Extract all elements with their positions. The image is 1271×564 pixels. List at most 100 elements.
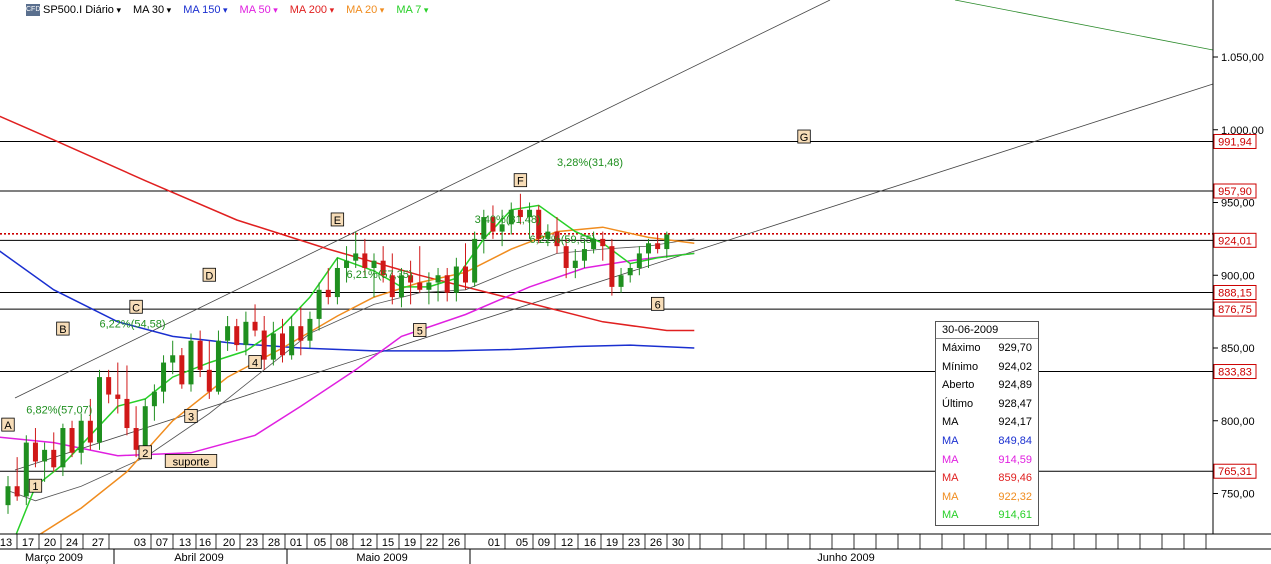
candle-body: [618, 275, 624, 287]
measure-label: 3,28%(31,48): [557, 157, 623, 169]
legend-item[interactable]: MA 7: [396, 4, 428, 16]
candle: [188, 333, 194, 392]
day-tick-label: 13: [179, 537, 191, 549]
info-label: Último: [942, 397, 974, 410]
day-tick-label: 05: [516, 537, 528, 549]
day-tick-label: 12: [360, 537, 372, 549]
pattern-label: E: [330, 212, 345, 227]
info-value: 859,46: [998, 472, 1032, 485]
day-tick-label: 01: [290, 537, 302, 549]
candle-body: [42, 449, 48, 462]
measure-label: 3,40%(31,48): [475, 214, 541, 226]
legend-item[interactable]: MA 20: [346, 4, 384, 16]
candle-body: [627, 267, 633, 276]
candle-body: [106, 377, 112, 395]
label-text: suporte: [173, 456, 210, 468]
candle-body: [453, 266, 459, 293]
label-text: A: [4, 420, 12, 432]
candle-body: [179, 355, 185, 385]
day-tick-label: 24: [66, 537, 78, 549]
cfd-badge-icon: CFD: [26, 4, 40, 16]
legend-item[interactable]: MA 200: [290, 4, 334, 16]
candle-body: [197, 340, 203, 370]
day-tick-label: 19: [404, 537, 416, 549]
candle-body: [316, 289, 322, 319]
info-label: Máximo: [942, 342, 981, 354]
candle-body: [97, 377, 102, 443]
info-label: Mínimo: [942, 360, 979, 373]
legend-item[interactable]: MA 30: [133, 4, 171, 16]
day-tick-label: 12: [561, 537, 573, 549]
pattern-label: C: [129, 299, 143, 314]
legend-item[interactable]: MA 50: [240, 4, 278, 16]
pattern-label: 3: [184, 408, 198, 423]
pattern-label: 1: [28, 478, 43, 493]
candle-body: [215, 340, 221, 392]
price-tick-label: 900,00: [1221, 270, 1255, 282]
info-row: Último 928,47: [936, 395, 1038, 414]
candle-body: [289, 326, 295, 356]
candle-body: [344, 260, 350, 268]
candle-body: [261, 330, 267, 360]
day-tick-label: 17: [22, 537, 34, 549]
pattern-label: 4: [248, 355, 262, 370]
info-label: MA: [942, 509, 959, 522]
ohlc-info-box: 30-06-2009 Máximo 929,70 Mínimo 924,02 Abert…: [935, 321, 1039, 526]
info-label: MA: [942, 416, 959, 429]
info-value: 928,47: [998, 397, 1032, 410]
label-text: 5: [417, 326, 423, 338]
label-text: C: [132, 302, 140, 314]
candle-body: [270, 333, 276, 360]
info-value: 914,61: [998, 509, 1032, 522]
month-label: Maio 2009: [356, 552, 407, 564]
candle-body: [664, 234, 670, 250]
candle-body: [252, 321, 258, 331]
candle-body: [234, 326, 240, 346]
info-value: 924,89: [998, 379, 1032, 392]
month-label: Abril 2009: [174, 552, 224, 564]
info-label: MA: [942, 453, 959, 466]
candle-body: [426, 282, 432, 290]
info-row: MA 859,46: [936, 469, 1038, 488]
day-tick-label: 26: [448, 537, 460, 549]
candle-body: [161, 362, 167, 392]
price-tick-label: 800,00: [1221, 416, 1255, 428]
legend-symbol[interactable]: SP500.I Diário: [43, 4, 121, 16]
candle-body: [133, 428, 139, 450]
price-level-label: 991,94: [1218, 136, 1252, 148]
candle-body: [188, 340, 194, 385]
candle-body: [151, 391, 157, 407]
label-text: 6: [655, 299, 661, 311]
label-text: F: [517, 176, 524, 188]
pattern-label: 5: [413, 323, 427, 338]
price-level-label: 876,75: [1218, 304, 1252, 316]
legend-item[interactable]: MA 150: [183, 4, 227, 16]
candle-body: [463, 266, 468, 283]
candle-body: [636, 253, 642, 268]
month-label: Março 2009: [25, 552, 83, 564]
candle-body: [563, 246, 569, 268]
day-tick-label: 03: [134, 537, 146, 549]
price-level-label: 957,90: [1218, 186, 1252, 198]
price-axis-bg: [1213, 0, 1271, 534]
info-value: 914,59: [998, 453, 1032, 466]
day-tick-label: 08: [336, 537, 348, 549]
candle-body: [444, 275, 450, 293]
pattern-label: B: [56, 321, 70, 336]
info-label: Aberto: [942, 379, 975, 392]
info-row: MA 914,59: [936, 451, 1038, 470]
candle: [97, 369, 102, 450]
label-text: 3: [188, 411, 194, 423]
day-tick-label: 05: [314, 537, 326, 549]
candle-body: [280, 333, 285, 356]
day-tick-label: 23: [628, 537, 640, 549]
candle: [23, 435, 29, 506]
candle-body: [334, 267, 340, 298]
info-value: 849,84: [998, 434, 1032, 447]
candle-body: [417, 282, 423, 290]
price-tick-label: 750,00: [1221, 489, 1255, 501]
price-chart[interactable]: ABCDEFG123456suporte6,82%(57,07)6,22%(54…: [0, 0, 1271, 564]
info-row: MA 922,32: [936, 488, 1038, 507]
candle-body: [23, 442, 29, 497]
day-tick-label: 13: [0, 537, 12, 549]
